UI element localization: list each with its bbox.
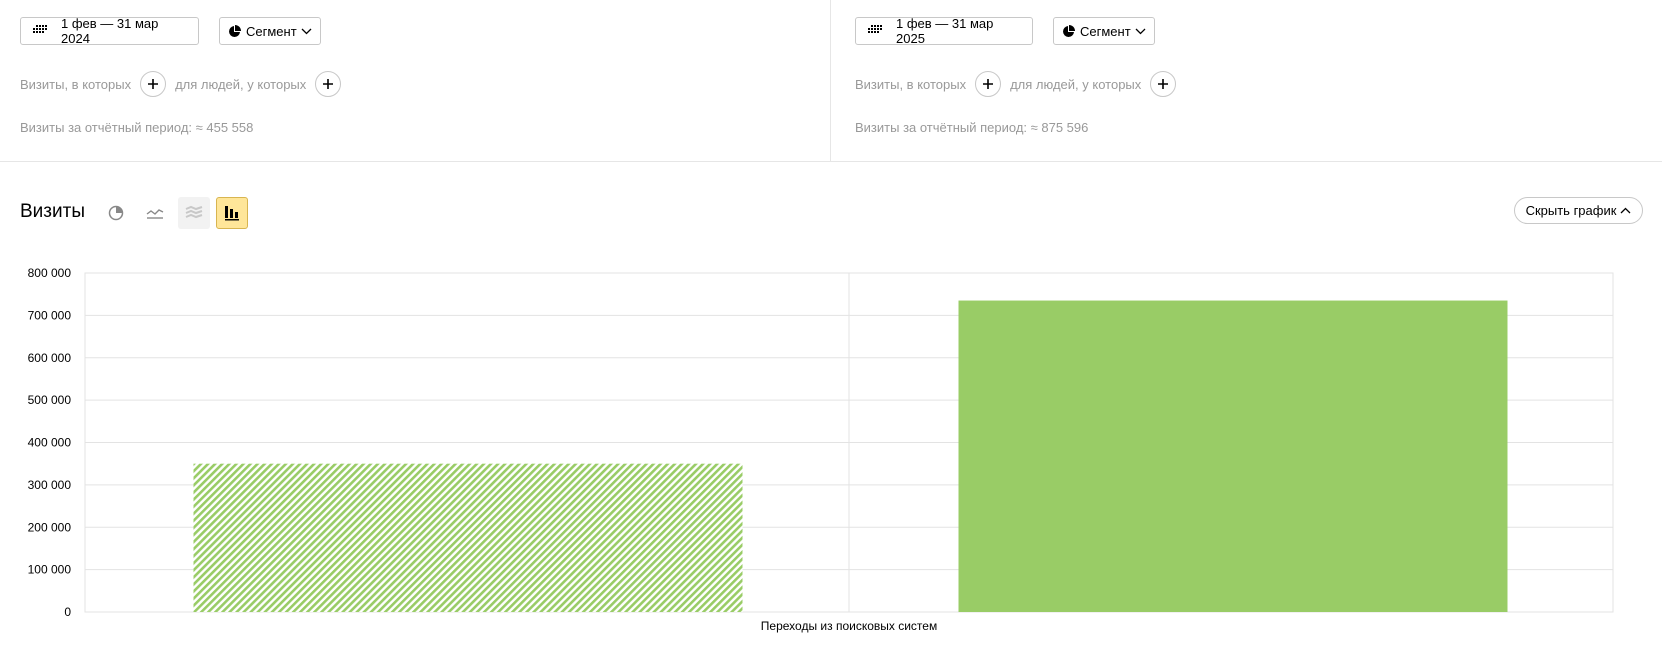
comparison-panels: 1 фев — 31 мар 2024 Сегмент Визиты, в ко… <box>0 0 1662 162</box>
visits-filter-label: Визиты, в которых <box>20 76 132 92</box>
period-panel-right: 1 фев — 31 мар 2025 Сегмент Визиты, в ко… <box>831 0 1662 161</box>
y-tick-label: 0 <box>64 605 71 619</box>
add-people-filter-button[interactable] <box>315 71 342 97</box>
filter-row: Визиты, в которых для людей, у которых <box>855 70 1185 98</box>
chevron-down-icon <box>301 28 312 35</box>
calendar-icon <box>868 25 884 37</box>
bar-current-period[interactable] <box>958 300 1508 612</box>
segment-button[interactable]: Сегмент <box>219 17 321 45</box>
segment-button[interactable]: Сегмент <box>1053 17 1155 45</box>
bar-chart-type-button[interactable] <box>216 197 248 229</box>
y-tick-label: 800 000 <box>28 266 72 280</box>
area-chart-icon <box>185 205 203 219</box>
plus-icon <box>323 79 334 89</box>
y-tick-label: 400 000 <box>28 436 72 450</box>
area-chart-type-button[interactable] <box>178 197 210 229</box>
y-tick-label: 200 000 <box>28 520 72 534</box>
chevron-up-icon <box>1620 207 1631 214</box>
segment-label: Сегмент <box>1080 23 1131 39</box>
visits-summary: Визиты за отчётный период: ≈ 875 596 <box>855 120 1089 135</box>
section-title: Визиты <box>20 201 85 222</box>
visits-summary: Визиты за отчётный период: ≈ 455 558 <box>20 120 254 135</box>
add-visits-filter-button[interactable] <box>140 71 167 97</box>
add-people-filter-button[interactable] <box>1150 71 1177 97</box>
pie-chart-icon <box>228 24 241 38</box>
y-tick-label: 600 000 <box>28 351 72 365</box>
y-tick-label: 300 000 <box>28 478 72 492</box>
pie-chart-icon <box>108 205 124 221</box>
plus-icon <box>1158 79 1169 89</box>
hide-chart-button[interactable]: Скрыть график <box>1514 197 1643 224</box>
plus-icon <box>148 79 159 89</box>
bar-chart-icon <box>225 206 239 221</box>
visits-filter-label: Визиты, в которых <box>855 76 967 92</box>
y-tick-label: 500 000 <box>28 393 72 407</box>
segment-label: Сегмент <box>246 23 297 39</box>
chevron-down-icon <box>1135 28 1146 35</box>
date-range-label: 1 фев — 31 мар 2024 <box>61 16 159 46</box>
y-tick-label: 100 000 <box>28 563 72 577</box>
plus-icon <box>983 79 994 89</box>
date-range-button[interactable]: 1 фев — 31 мар 2024 <box>20 16 199 46</box>
add-visits-filter-button[interactable] <box>975 71 1002 97</box>
date-range-button[interactable]: 1 фев — 31 мар 2025 <box>855 16 1033 46</box>
bar-previous-period[interactable] <box>193 463 743 612</box>
x-category-label: Переходы из поисковых систем <box>761 619 937 633</box>
pie-chart-type-button[interactable] <box>100 197 132 229</box>
visits-bar-chart: 0 100 000 200 000 300 000 400 000 500 000 600 … <box>28 266 1614 633</box>
calendar-icon <box>33 25 49 37</box>
line-chart-icon <box>146 209 164 219</box>
hide-chart-label: Скрыть график <box>1525 203 1617 218</box>
y-tick-label: 700 000 <box>28 308 72 322</box>
pie-chart-icon <box>1062 24 1075 38</box>
period-panel-left: 1 фев — 31 мар 2024 Сегмент Визиты, в ко… <box>0 0 831 161</box>
date-range-label: 1 фев — 31 мар 2025 <box>896 16 994 46</box>
people-filter-label: для людей, у которых <box>1010 76 1142 92</box>
people-filter-label: для людей, у которых <box>175 76 307 92</box>
filter-row: Визиты, в которых для людей, у которых <box>20 70 350 98</box>
line-chart-type-button[interactable] <box>139 197 171 229</box>
